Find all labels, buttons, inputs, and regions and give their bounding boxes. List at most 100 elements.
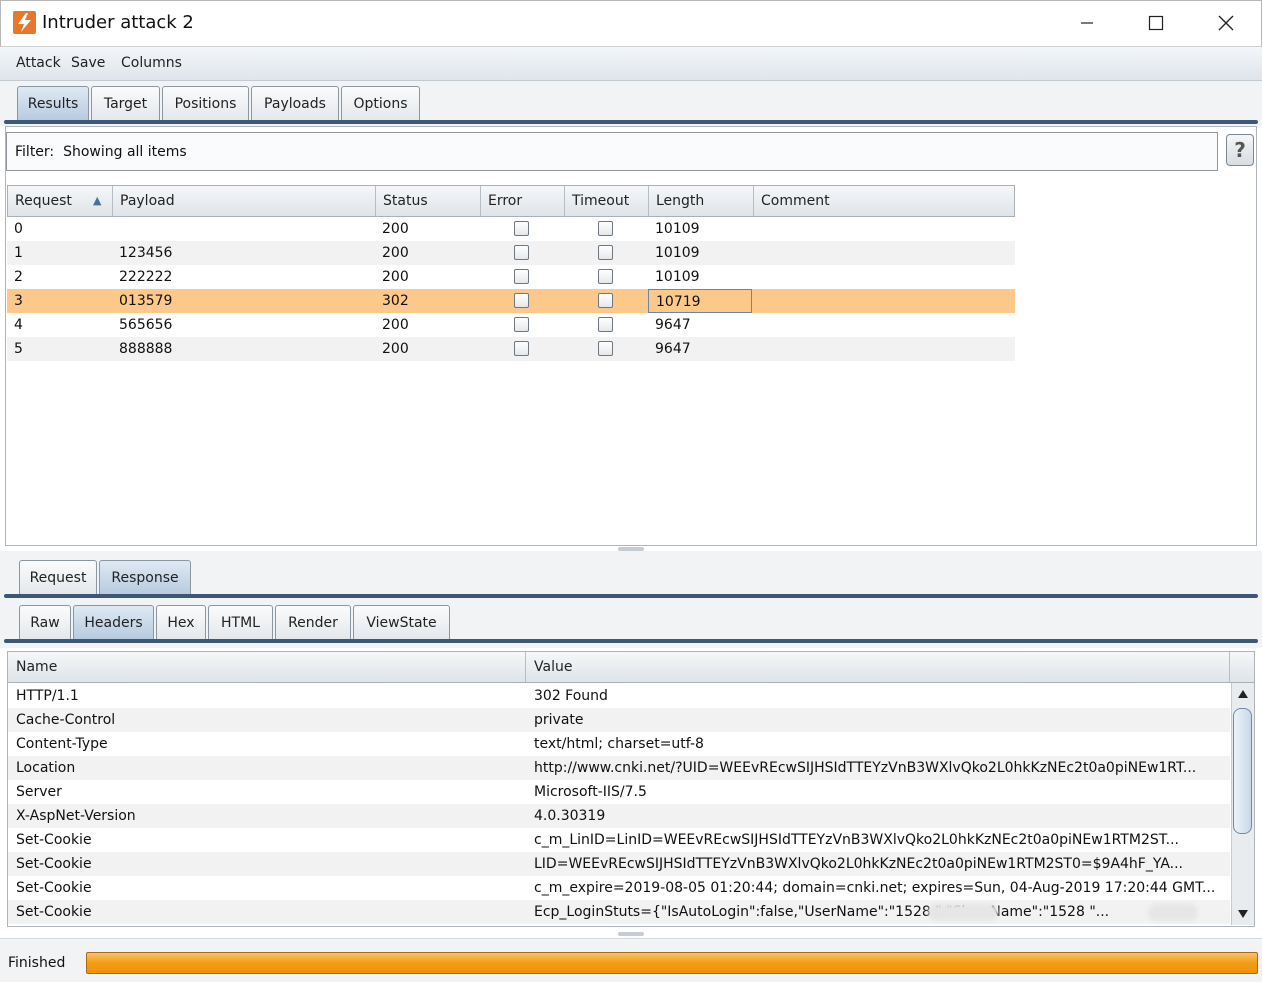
close-icon bbox=[1218, 15, 1234, 31]
cell-status: 200 bbox=[382, 317, 409, 333]
filter-text: Filter: Showing all items bbox=[15, 144, 187, 160]
table-row[interactable]: Set-Cookie Ecp_LoginStuts={"IsAutoLogin":… bbox=[8, 900, 1230, 924]
header-name: Content-Type bbox=[16, 736, 108, 752]
timeout-checkbox[interactable] bbox=[598, 269, 613, 284]
splitter-handle[interactable] bbox=[618, 932, 644, 936]
header-value: http://www.cnki.net/?UID=WEEvREcwSIJHSId… bbox=[534, 760, 1197, 776]
error-checkbox[interactable] bbox=[514, 317, 529, 332]
scrollbar-thumb[interactable] bbox=[1233, 708, 1252, 834]
cell-status: 302 bbox=[382, 293, 409, 309]
cell-length: 10719 bbox=[648, 289, 752, 313]
table-row[interactable]: Location http://www.cnki.net/?UID=WEEvREc… bbox=[8, 756, 1230, 780]
column-error[interactable]: Error bbox=[481, 186, 565, 216]
cell-length: 10109 bbox=[655, 221, 700, 237]
table-row[interactable]: 5 888888 200 9647 bbox=[7, 337, 1015, 361]
table-row[interactable]: 3 013579 302 10719 bbox=[7, 289, 1015, 313]
scroll-down-button[interactable] bbox=[1231, 903, 1254, 925]
tab-html[interactable]: HTML bbox=[208, 605, 273, 639]
timeout-checkbox[interactable] bbox=[598, 221, 613, 236]
cell-payload: 123456 bbox=[119, 245, 173, 261]
cell-payload bbox=[112, 217, 119, 241]
error-checkbox[interactable] bbox=[514, 293, 529, 308]
cell-status: 200 bbox=[382, 245, 409, 261]
error-checkbox[interactable] bbox=[514, 341, 529, 356]
table-row[interactable]: HTTP/1.1 302 Found bbox=[8, 684, 1230, 708]
minimize-button[interactable] bbox=[1064, 8, 1110, 38]
timeout-checkbox[interactable] bbox=[598, 341, 613, 356]
cell-length: 10109 bbox=[655, 245, 700, 261]
tab-response[interactable]: Response bbox=[99, 560, 191, 594]
cell-request: 4 bbox=[14, 317, 23, 333]
tab-viewstate[interactable]: ViewState bbox=[353, 605, 450, 639]
column-payload[interactable]: Payload bbox=[113, 186, 376, 216]
burp-lightning-icon bbox=[13, 11, 36, 34]
redaction-mask bbox=[928, 904, 998, 921]
table-row[interactable]: Content-Type text/html; charset=utf-8 bbox=[8, 732, 1230, 756]
table-row[interactable]: Cache-Control private bbox=[8, 708, 1230, 732]
tab-positions[interactable]: Positions bbox=[162, 86, 249, 120]
tab-raw[interactable]: Raw bbox=[19, 605, 71, 639]
table-row[interactable]: 4 565656 200 9647 bbox=[7, 313, 1015, 337]
tab-payloads[interactable]: Payloads bbox=[251, 86, 339, 120]
cell-comment bbox=[753, 265, 760, 289]
close-button[interactable] bbox=[1203, 8, 1249, 38]
tab-render[interactable]: Render bbox=[275, 605, 351, 639]
tab-hex[interactable]: Hex bbox=[156, 605, 206, 639]
arrow-up-icon bbox=[1237, 690, 1248, 698]
table-row[interactable]: X-AspNet-Version 4.0.30319 bbox=[8, 804, 1230, 828]
header-value: Ecp_LoginStuts={"IsAutoLogin":false,"Use… bbox=[534, 904, 1110, 920]
header-value: text/html; charset=utf-8 bbox=[534, 736, 704, 752]
column-request[interactable]: Request ▲ bbox=[8, 186, 113, 216]
cell-payload: 013579 bbox=[119, 293, 173, 309]
table-row[interactable]: Set-Cookie LID=WEEvREcwSIJHSIdTTEYzVnB3WX… bbox=[8, 852, 1230, 876]
table-row[interactable]: Server Microsoft-IIS/7.5 bbox=[8, 780, 1230, 804]
menu-attack[interactable]: Attack bbox=[16, 55, 61, 71]
maximize-button[interactable] bbox=[1133, 8, 1179, 38]
headers-table-header: Name Value bbox=[8, 652, 1254, 683]
cell-payload: 888888 bbox=[119, 341, 173, 357]
tab-target[interactable]: Target bbox=[91, 86, 160, 120]
tab-underline bbox=[4, 594, 1258, 598]
table-row[interactable]: Set-Cookie c_m_LinID=LinID=WEEvREcwSIJHSI… bbox=[8, 828, 1230, 852]
filter-bar[interactable]: Filter: Showing all items bbox=[6, 132, 1218, 171]
cell-status: 200 bbox=[382, 269, 409, 285]
cell-payload: 222222 bbox=[119, 269, 173, 285]
header-name: Server bbox=[16, 784, 62, 800]
header-value: 302 Found bbox=[534, 688, 608, 704]
arrow-down-icon bbox=[1237, 910, 1248, 918]
help-button[interactable]: ? bbox=[1226, 134, 1254, 166]
timeout-checkbox[interactable] bbox=[598, 317, 613, 332]
column-timeout[interactable]: Timeout bbox=[565, 186, 649, 216]
menu-save[interactable]: Save bbox=[71, 55, 105, 71]
header-name: Set-Cookie bbox=[16, 880, 92, 896]
header-value: 4.0.30319 bbox=[534, 808, 606, 824]
column-length[interactable]: Length bbox=[649, 186, 754, 216]
column-name[interactable]: Name bbox=[8, 652, 526, 682]
progress-fill bbox=[87, 953, 1257, 973]
column-value[interactable]: Value bbox=[526, 652, 1230, 682]
column-comment[interactable]: Comment bbox=[754, 186, 1014, 216]
sort-ascending-icon: ▲ bbox=[93, 194, 102, 207]
header-value: Microsoft-IIS/7.5 bbox=[534, 784, 647, 800]
error-checkbox[interactable] bbox=[514, 221, 529, 236]
header-name: Set-Cookie bbox=[16, 904, 92, 920]
column-status[interactable]: Status bbox=[376, 186, 481, 216]
cell-length: 9647 bbox=[655, 317, 691, 333]
table-row[interactable]: Set-Cookie c_m_expire=2019-08-05 01:20:44… bbox=[8, 876, 1230, 900]
scroll-up-button[interactable] bbox=[1231, 683, 1254, 705]
tab-options[interactable]: Options bbox=[341, 86, 420, 120]
tab-request[interactable]: Request bbox=[19, 560, 97, 594]
menu-columns[interactable]: Columns bbox=[121, 55, 182, 71]
table-row[interactable]: 0 200 10109 bbox=[7, 217, 1015, 241]
cell-request: 2 bbox=[14, 269, 23, 285]
tab-headers[interactable]: Headers bbox=[73, 605, 154, 639]
cell-status: 200 bbox=[382, 221, 409, 237]
timeout-checkbox[interactable] bbox=[598, 245, 613, 260]
tab-results[interactable]: Results bbox=[17, 86, 89, 120]
table-row[interactable]: 2 222222 200 10109 bbox=[7, 265, 1015, 289]
error-checkbox[interactable] bbox=[514, 245, 529, 260]
error-checkbox[interactable] bbox=[514, 269, 529, 284]
timeout-checkbox[interactable] bbox=[598, 293, 613, 308]
header-name: X-AspNet-Version bbox=[16, 808, 136, 824]
table-row[interactable]: 1 123456 200 10109 bbox=[7, 241, 1015, 265]
